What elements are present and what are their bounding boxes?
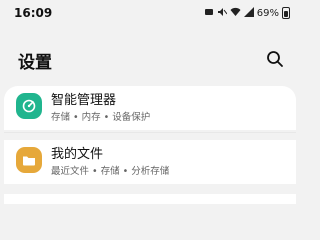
- wifi-icon: [230, 7, 241, 20]
- setting-item-subtitle: 存储 • 内存 • 设备保护: [51, 112, 151, 123]
- search-button[interactable]: [264, 48, 286, 70]
- battery-percent: 69%: [256, 7, 279, 19]
- device-care-icon: [16, 93, 42, 119]
- divider: [4, 132, 296, 133]
- setting-item-subtitle: 最近文件 • 存储 • 分析存储: [51, 166, 170, 177]
- setting-item-device-care[interactable]: 智能管理器 存储 • 内存 • 设备保护: [4, 86, 296, 130]
- status-time: 16:09: [14, 6, 53, 20]
- setting-item-title: 智能管理器: [51, 93, 117, 108]
- header: 设置: [0, 44, 300, 74]
- status-bar: 16:09 69%: [0, 0, 300, 28]
- mute-icon: [217, 7, 228, 20]
- my-files-icon: [16, 147, 42, 173]
- signal-icon: [243, 6, 254, 20]
- battery-icon: [282, 7, 290, 19]
- status-icons: 69%: [204, 6, 290, 20]
- setting-item-title: 我的文件: [51, 147, 104, 162]
- page-title: 设置: [18, 53, 52, 73]
- setting-item-my-files[interactable]: 我的文件 最近文件 • 存储 • 分析存储: [4, 140, 296, 184]
- next-setting-item[interactable]: [4, 194, 296, 204]
- notification-icon: [204, 7, 214, 20]
- search-icon: [267, 51, 283, 67]
